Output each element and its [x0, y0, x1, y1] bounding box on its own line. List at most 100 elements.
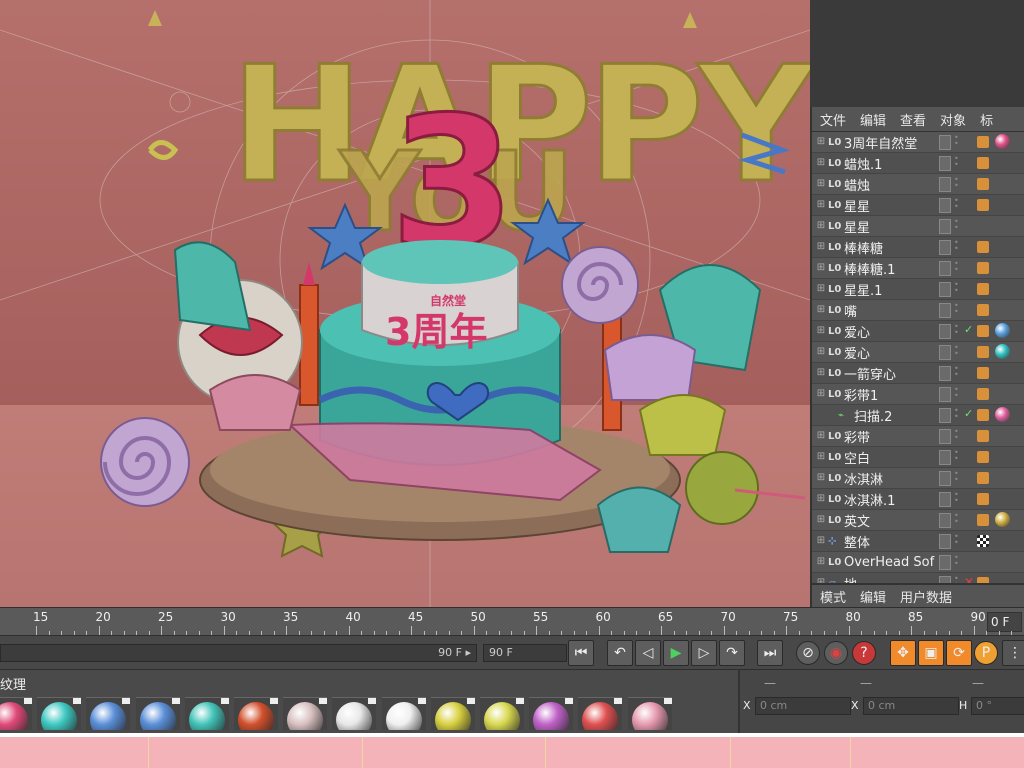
visibility-dots-icon[interactable]: • • — [954, 365, 959, 379]
object-row[interactable]: ⊞ L0 爱心 • • — [812, 342, 1024, 363]
object-name[interactable]: OverHead Sof — [844, 555, 949, 570]
object-name[interactable]: 整体 — [844, 532, 949, 551]
expand-icon[interactable]: ⊞ — [816, 368, 826, 378]
object-row[interactable]: ⊞ L0 英文 • • — [812, 510, 1024, 531]
expand-icon[interactable]: ⊞ — [816, 515, 826, 525]
expand-icon[interactable]: ⊞ — [816, 473, 826, 483]
material-tag-icon[interactable] — [995, 323, 1010, 338]
phong-tag-icon[interactable] — [977, 430, 989, 442]
material-swatch[interactable] — [430, 697, 475, 730]
material-swatch[interactable] — [381, 697, 426, 730]
expand-icon[interactable]: ⊞ — [816, 137, 826, 147]
next-frame-button[interactable]: ▷ — [691, 640, 717, 666]
layer-toggle-icon[interactable] — [939, 387, 951, 402]
layer-toggle-icon[interactable] — [939, 513, 951, 528]
expand-icon[interactable]: ⊞ — [816, 221, 826, 231]
phong-tag-icon[interactable] — [977, 514, 989, 526]
object-name[interactable]: 彩带 — [844, 427, 949, 446]
visibility-dots-icon[interactable]: • • — [954, 323, 959, 337]
visibility-dots-icon[interactable]: • • — [954, 449, 959, 463]
phong-tag-icon[interactable] — [977, 262, 989, 274]
layer-toggle-icon[interactable] — [939, 324, 951, 339]
expand-icon[interactable]: ⊞ — [816, 431, 826, 441]
expand-icon[interactable]: ⊞ — [816, 494, 826, 504]
phong-tag-icon[interactable] — [977, 241, 989, 253]
phong-tag-icon[interactable] — [977, 283, 989, 295]
object-name[interactable]: 一箭穿心 — [844, 364, 949, 383]
phong-tag-icon[interactable] — [977, 409, 989, 421]
menu-view[interactable]: 查看 — [900, 110, 926, 129]
menu-user-data[interactable]: 用户数据 — [900, 587, 952, 606]
phong-tag-icon[interactable] — [977, 304, 989, 316]
material-swatch[interactable] — [234, 697, 278, 730]
3d-viewport[interactable]: HAPPY YoU 3 自然堂 3周年 — [0, 0, 810, 607]
object-name[interactable]: 星星 — [844, 217, 949, 236]
menu-edit[interactable]: 编辑 — [860, 110, 886, 129]
object-row[interactable]: ⊞ L0 OverHead Sof • • — [812, 552, 1024, 573]
expand-icon[interactable]: ⊞ — [816, 158, 826, 168]
menu-tags[interactable]: 标 — [980, 110, 993, 129]
visibility-dots-icon[interactable]: • • — [954, 491, 959, 505]
menu-file[interactable]: 文件 — [820, 110, 846, 129]
menu-attr-edit[interactable]: 编辑 — [860, 587, 886, 606]
material-swatch[interactable] — [0, 697, 32, 730]
object-row[interactable]: ⊞ L0 一箭穿心 • • — [812, 363, 1024, 384]
move-key-icon[interactable]: ✥ — [890, 640, 916, 666]
visibility-dots-icon[interactable]: • • — [954, 155, 959, 169]
object-name[interactable]: 棒棒糖 — [844, 238, 949, 257]
phong-tag-icon[interactable] — [977, 157, 989, 169]
goto-start-button[interactable]: ⏮ — [568, 640, 594, 666]
texture-tag-icon[interactable] — [977, 535, 989, 547]
visibility-dots-icon[interactable]: • • — [954, 218, 959, 232]
object-row[interactable]: ⊞ L0 棒棒糖.1 • • — [812, 258, 1024, 279]
material-swatch[interactable] — [332, 697, 377, 730]
object-row[interactable]: ⊞ L0 冰淇淋 • • — [812, 468, 1024, 489]
param-key-icon[interactable]: P — [974, 641, 998, 665]
layer-toggle-icon[interactable] — [939, 555, 951, 570]
object-name[interactable]: 爱心 — [844, 322, 949, 341]
timeline-ruler[interactable]: 0 F 15 20 25 30 35 40 45 50 55 60 65 70 75 80 85 90 — [0, 607, 1024, 636]
material-tag-icon[interactable] — [995, 407, 1010, 422]
goto-end-button[interactable]: ⏭ — [757, 640, 783, 666]
layer-toggle-icon[interactable] — [939, 345, 951, 360]
expand-icon[interactable]: ⊞ — [816, 263, 826, 273]
object-row[interactable]: ⊞ L0 彩带1 • • — [812, 384, 1024, 405]
object-name[interactable]: 爱心 — [844, 343, 949, 362]
object-row[interactable]: ⊞ L0 彩带 • • — [812, 426, 1024, 447]
object-name[interactable]: 蜡烛 — [844, 175, 949, 194]
object-name[interactable]: 英文 — [844, 511, 949, 530]
object-row[interactable]: ⊞ L0 蜡烛.1 • • — [812, 153, 1024, 174]
object-row[interactable]: ⊞ L0 空白 • • — [812, 447, 1024, 468]
layer-toggle-icon[interactable] — [939, 282, 951, 297]
expand-icon[interactable]: ⊞ — [816, 179, 826, 189]
phong-tag-icon[interactable] — [977, 346, 989, 358]
expand-icon[interactable] — [826, 410, 836, 420]
object-name[interactable]: 嘴 — [844, 301, 949, 320]
material-swatch[interactable] — [578, 697, 623, 730]
rot-h-input[interactable]: 0 ° — [971, 697, 1024, 715]
expand-icon[interactable]: ⊞ — [816, 347, 826, 357]
object-name[interactable]: 棒棒糖.1 — [844, 259, 949, 278]
object-row[interactable]: ⊞ L0 星星 • • — [812, 216, 1024, 237]
layer-toggle-icon[interactable] — [939, 366, 951, 381]
menu-mode[interactable]: 模式 — [820, 587, 846, 606]
visibility-dots-icon[interactable]: • • — [954, 470, 959, 484]
phong-tag-icon[interactable] — [977, 178, 989, 190]
object-row[interactable]: ⊞ L0 星星.1 • • — [812, 279, 1024, 300]
visibility-dots-icon[interactable]: • • — [954, 281, 959, 295]
object-name[interactable]: 冰淇淋 — [844, 469, 949, 488]
material-swatch[interactable] — [283, 697, 328, 730]
expand-icon[interactable]: ⊞ — [816, 284, 826, 294]
visibility-dots-icon[interactable]: • • — [954, 428, 959, 442]
expand-icon[interactable]: ⊞ — [816, 200, 826, 210]
visibility-dots-icon[interactable]: • • — [954, 554, 959, 568]
expand-icon[interactable]: ⊞ — [816, 305, 826, 315]
object-row[interactable]: ⊞ L0 3周年自然堂 • • — [812, 132, 1024, 153]
visibility-dots-icon[interactable]: • • — [954, 407, 959, 421]
play-button[interactable]: ▶ — [663, 640, 689, 666]
expand-icon[interactable]: ⊞ — [816, 389, 826, 399]
next-key-button[interactable]: ↷ — [719, 640, 745, 666]
layer-toggle-icon[interactable] — [939, 177, 951, 192]
material-tag-icon[interactable] — [995, 512, 1010, 527]
layer-toggle-icon[interactable] — [939, 303, 951, 318]
